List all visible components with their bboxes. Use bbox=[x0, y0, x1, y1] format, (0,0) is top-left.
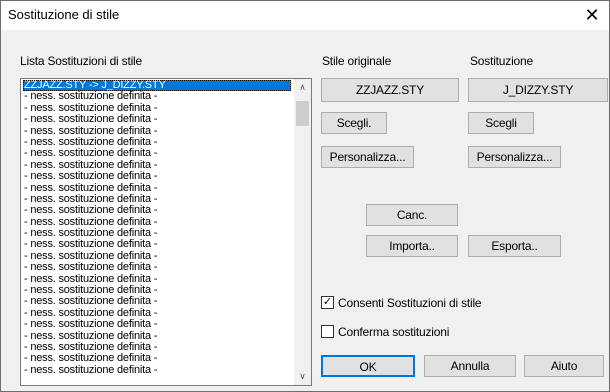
export-button[interactable]: Esporta.. bbox=[468, 235, 561, 257]
confirm-substitutions-checkbox[interactable] bbox=[321, 325, 334, 338]
enable-substitutions-label[interactable]: Consenti Sostituzioni di stile bbox=[338, 296, 482, 310]
style-substitution-dialog: Sostituzione di stile ✕ Lista Sostituzio… bbox=[0, 0, 610, 392]
title-bar: Sostituzione di stile ✕ bbox=[1, 1, 609, 30]
substitution-list-label: Lista Sostituzioni di stile bbox=[20, 54, 142, 68]
original-style-button[interactable]: ZZJAZZ.STY bbox=[321, 78, 459, 102]
substitution-list-items: ZZJAZZ.STY -> J_DIZZY.STY - ness. sostitu… bbox=[23, 79, 291, 376]
list-item[interactable]: - ness. sostituzione definita - bbox=[23, 364, 291, 376]
customize-replacement-button[interactable]: Personalizza... bbox=[468, 146, 561, 168]
list-item[interactable]: - ness. sostituzione definita - bbox=[23, 170, 291, 182]
scroll-up-icon[interactable]: ∧ bbox=[294, 79, 311, 96]
confirm-substitutions-label[interactable]: Conferma sostituzioni bbox=[338, 325, 449, 339]
replacement-style-label: Sostituzione bbox=[470, 54, 533, 68]
choose-original-button[interactable]: Scegli. bbox=[321, 112, 387, 134]
enable-substitutions-checkbox[interactable]: ✓ bbox=[321, 296, 334, 309]
list-item[interactable]: - ness. sostituzione definita - bbox=[23, 113, 291, 125]
list-scrollbar[interactable]: ∧ ∨ bbox=[294, 79, 311, 385]
scroll-thumb[interactable] bbox=[296, 101, 309, 126]
original-style-label: Stile originale bbox=[322, 54, 392, 68]
window-title: Sostituzione di stile bbox=[8, 7, 120, 22]
delete-button[interactable]: Canc. bbox=[366, 204, 458, 226]
cancel-button[interactable]: Annulla bbox=[424, 355, 516, 377]
list-item[interactable]: - ness. sostituzione definita - bbox=[23, 318, 291, 330]
customize-original-button[interactable]: Personalizza... bbox=[321, 146, 414, 168]
import-button[interactable]: Importa.. bbox=[366, 235, 458, 257]
choose-replacement-button[interactable]: Scegli bbox=[468, 112, 534, 134]
list-item[interactable]: - ness. sostituzione definita - bbox=[23, 261, 291, 273]
list-item[interactable]: - ness. sostituzione definita - bbox=[23, 204, 291, 216]
ok-button[interactable]: OK bbox=[321, 355, 415, 377]
substitution-list[interactable]: ZZJAZZ.STY -> J_DIZZY.STY - ness. sostitu… bbox=[20, 78, 312, 386]
replacement-style-button[interactable]: J_DIZZY.STY bbox=[468, 78, 608, 102]
help-button[interactable]: Aiuto bbox=[524, 355, 604, 377]
scroll-down-icon[interactable]: ∨ bbox=[294, 368, 311, 385]
close-icon[interactable]: ✕ bbox=[578, 2, 606, 28]
